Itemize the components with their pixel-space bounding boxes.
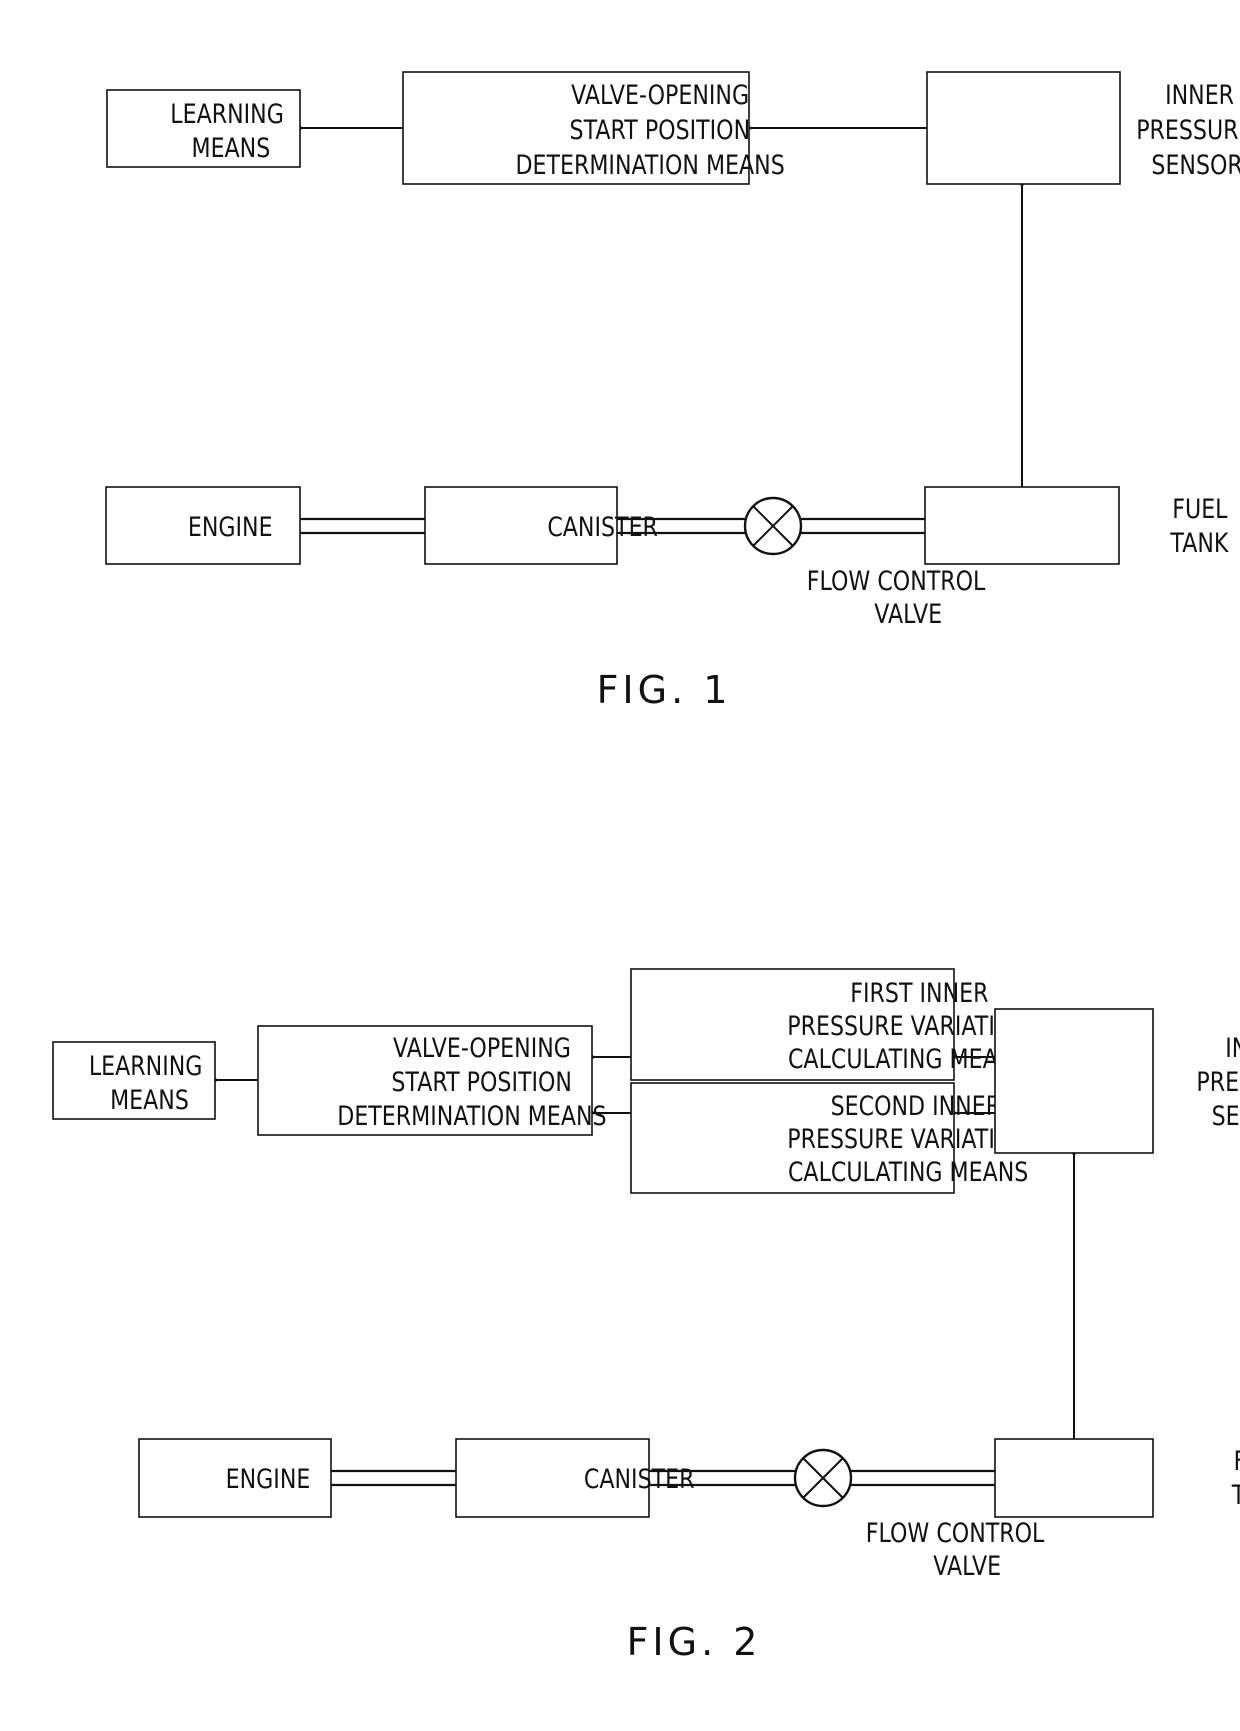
valve-opening-start-position-determination-block: VALVE-OPENING START POSITION DETERMINATI… [402,71,785,185]
block-label: START POSITION [391,1066,572,1098]
block-label: SENSOR [1212,1100,1240,1132]
block-label: CALCULATING MEANS [788,1043,1028,1075]
first-inner-pressure-variation-calculating-block: FIRST INNER PRESSURE VARIATION CALCULATI… [630,968,1029,1081]
inner-pressure-sensor-block: INNER PRESSURE SENSOR [926,71,1240,185]
learning-means-block: LEARNING MEANS [106,89,301,168]
block-label: INNER [1225,1032,1240,1064]
block-label: LEARNING [170,98,284,130]
pipe-engine-canister [300,517,425,535]
block-label: SECOND INNER [831,1090,1001,1122]
valve-label: VALVE [933,1550,1001,1582]
engine-block: ENGINE [105,486,301,565]
flow-control-valve-icon [743,496,803,556]
flow-control-valve-icon [793,1448,853,1508]
block-label: VALVE-OPENING [571,79,749,111]
block-label: MEANS [191,132,270,164]
block-label: FIRST INNER [850,977,988,1009]
block-label: CANISTER [584,1463,695,1495]
inner-pressure-sensor-block: INNER PRESSURE SENSOR [994,1008,1240,1154]
block-label: CALCULATING MEANS [788,1156,1028,1188]
block-label: PRESSURE VARIATION [787,1123,1029,1155]
learning-means-block: LEARNING MEANS [52,1041,216,1120]
block-label: PRESSURE [1136,114,1240,146]
valve-label: VALVE [874,598,942,630]
fuel-tank-block: FUEL TANK [924,486,1230,565]
block-label: TANK [1170,527,1230,559]
block-label: VALVE-OPENING [393,1032,571,1064]
engine-block: ENGINE [138,1438,332,1518]
valve-opening-start-position-determination-block: VALVE-OPENING START POSITION DETERMINATI… [257,1025,607,1136]
block-label: SENSOR [1151,149,1240,181]
block-label: CANISTER [547,511,658,543]
patent-diagram: LEARNING MEANS VALVE-OPENING START POSIT… [52,71,1240,1664]
block-label: FUEL [1172,493,1227,525]
pipe-valve-tank [801,517,925,535]
block-label: PRESSURE [1196,1066,1240,1098]
block-label: ENGINE [226,1463,311,1495]
valve-label: FLOW CONTROL [866,1517,1045,1549]
canister-block: CANISTER [455,1438,695,1518]
canister-block: CANISTER [424,486,658,565]
block-label: START POSITION [570,114,751,146]
block-label: LEARNING [89,1050,203,1082]
block-label: DETERMINATION MEANS [515,149,784,181]
block-label: ENGINE [188,511,273,543]
block-label: TANK [1231,1479,1240,1511]
fuel-tank-block: FUEL TANK [994,1438,1240,1518]
block-label: DETERMINATION MEANS [337,1100,606,1132]
block-label: FUEL [1234,1445,1240,1477]
valve-label: FLOW CONTROL [807,565,986,597]
pipe-valve-tank [851,1469,995,1487]
second-inner-pressure-variation-calculating-block: SECOND INNER PRESSURE VARIATION CALCULAT… [630,1082,1029,1194]
block-label: MEANS [110,1084,189,1116]
figure-1: LEARNING MEANS VALVE-OPENING START POSIT… [105,71,1240,712]
figure-caption: FIG. 1 [597,668,732,712]
pipe-engine-canister [331,1469,456,1487]
figure-2: LEARNING MEANS VALVE-OPENING START POSIT… [52,968,1240,1664]
block-label: PRESSURE VARIATION [787,1010,1029,1042]
block-label: INNER [1165,79,1234,111]
figure-caption: FIG. 2 [627,1620,762,1664]
